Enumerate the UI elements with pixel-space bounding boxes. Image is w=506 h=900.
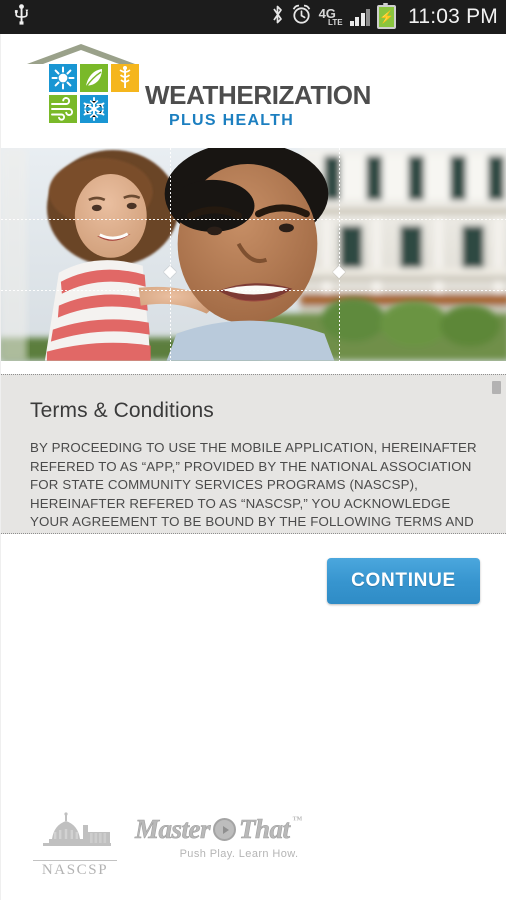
footer: NASCSP Master That ™ Push Play. Learn Ho… [1,812,506,878]
status-bar: 4G LTE ⚡ 11:03 PM [0,0,506,34]
masterthat-tagline: Push Play. Learn How. [179,848,299,860]
snowflake-icon [80,95,108,123]
roof-icon [27,44,135,64]
terms-scrollbar-thumb[interactable] [492,381,501,394]
masterthat-wordmark: Master That ™ [135,814,325,844]
trademark-symbol: ™ [292,815,303,826]
house-background [300,148,506,318]
brand-name: WEATHERIZATION [145,80,371,110]
terms-body-text: BY PROCEEDING TO USE THE MOBILE APPLICAT… [30,440,477,533]
masterthat-word-that: That [239,814,291,844]
network-sub-label: LTE [328,18,343,27]
masterthat-word-master: Master [135,814,211,844]
app-header: WEATHERIZATION PLUS HEALTH [1,34,506,148]
leaf-icon [80,64,108,92]
sun-icon [49,64,77,92]
terms-title: Terms & Conditions [30,399,214,422]
4g-lte-icon: 4G LTE [319,6,343,27]
capitol-building-icon [43,812,111,846]
action-row: CONTINUE [1,558,506,604]
status-bar-right: 4G LTE ⚡ 11:03 PM [271,3,498,30]
usb-icon [14,4,29,30]
logo-tile-grid [49,64,139,123]
battery-charging-icon: ⚡ [377,3,397,29]
nascsp-logo: NASCSP [33,812,117,879]
status-bar-clock: 11:03 PM [408,5,498,28]
brand-tagline: PLUS HEALTH [169,112,295,129]
brand-text: WEATHERIZATION PLUS HEALTH [145,82,371,129]
charging-bolt-icon: ⚡ [379,10,395,24]
status-bar-left [14,4,29,30]
logo-tile-empty [111,95,139,123]
weatherization-plus-health-logo: WEATHERIZATION PLUS HEALTH [27,44,371,144]
signal-bars-icon [349,8,371,26]
hero-image [1,148,506,361]
alarm-clock-icon [291,4,312,30]
wind-icon [49,95,77,123]
hero-photo-illustration [1,148,506,361]
continue-button[interactable]: CONTINUE [327,558,480,604]
bluetooth-icon [271,4,284,30]
masterthat-logo: Master That ™ Push Play. Learn How. [135,814,325,860]
nascsp-label: NASCSP [33,860,117,879]
caduceus-icon [111,64,139,92]
play-button-icon [213,818,237,841]
terms-scroll-container[interactable]: Terms & Conditions BY PROCEEDING TO USE … [1,374,506,534]
app-screen: WEATHERIZATION PLUS HEALTH Terms & Condi… [0,34,506,900]
terms-section: Terms & Conditions BY PROCEEDING TO USE … [1,374,506,534]
